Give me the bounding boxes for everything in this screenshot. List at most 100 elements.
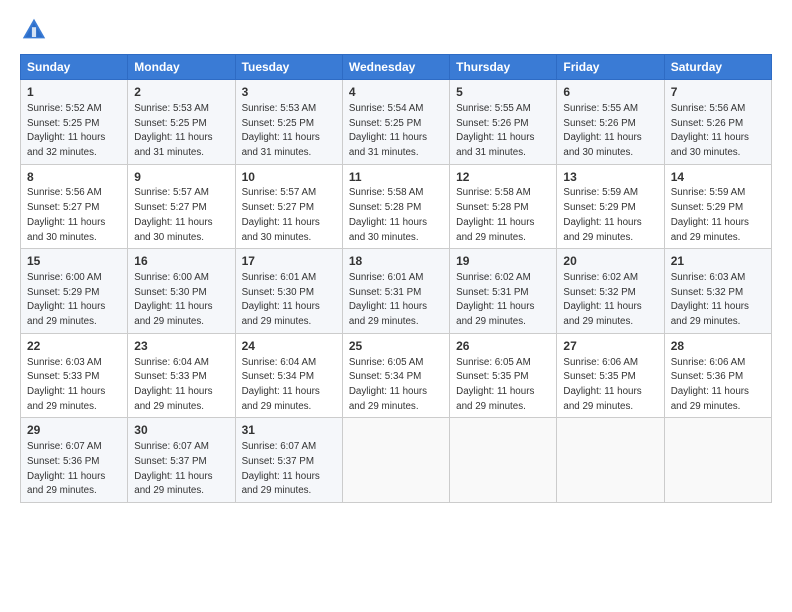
day-number: 12: [456, 169, 550, 186]
calendar-cell: 27 Sunrise: 6:06 AM Sunset: 5:35 PM Dayli…: [557, 333, 664, 418]
calendar-cell: [342, 418, 449, 503]
header-day: Saturday: [664, 55, 771, 80]
day-info: Sunrise: 6:03 AM Sunset: 5:33 PM Dayligh…: [27, 357, 105, 412]
day-number: 17: [242, 253, 336, 270]
header: [20, 16, 772, 44]
day-info: Sunrise: 6:00 AM Sunset: 5:29 PM Dayligh…: [27, 272, 105, 327]
day-info: Sunrise: 5:53 AM Sunset: 5:25 PM Dayligh…: [242, 103, 320, 158]
calendar-cell: 1 Sunrise: 5:52 AM Sunset: 5:25 PM Daylig…: [21, 80, 128, 165]
day-number: 25: [349, 338, 443, 355]
day-info: Sunrise: 5:57 AM Sunset: 5:27 PM Dayligh…: [242, 187, 320, 242]
calendar-cell: 29 Sunrise: 6:07 AM Sunset: 5:36 PM Dayli…: [21, 418, 128, 503]
header-day: Monday: [128, 55, 235, 80]
day-info: Sunrise: 6:04 AM Sunset: 5:33 PM Dayligh…: [134, 357, 212, 412]
day-number: 24: [242, 338, 336, 355]
day-number: 4: [349, 84, 443, 101]
calendar-cell: 13Sunrise: 5:59 AM Sunset: 5:29 PM Dayli…: [557, 164, 664, 249]
day-info: Sunrise: 5:55 AM Sunset: 5:26 PM Dayligh…: [563, 103, 641, 158]
calendar-cell: 12Sunrise: 5:58 AM Sunset: 5:28 PM Dayli…: [450, 164, 557, 249]
calendar-cell: 22 Sunrise: 6:03 AM Sunset: 5:33 PM Dayli…: [21, 333, 128, 418]
calendar-cell: 7 Sunrise: 5:56 AM Sunset: 5:26 PM Daylig…: [664, 80, 771, 165]
day-number: 3: [242, 84, 336, 101]
calendar-table: SundayMondayTuesdayWednesdayThursdayFrid…: [20, 54, 772, 503]
day-info: Sunrise: 6:05 AM Sunset: 5:35 PM Dayligh…: [456, 357, 534, 412]
day-info: Sunrise: 6:05 AM Sunset: 5:34 PM Dayligh…: [349, 357, 427, 412]
day-number: 27: [563, 338, 657, 355]
day-info: Sunrise: 5:54 AM Sunset: 5:25 PM Dayligh…: [349, 103, 427, 158]
calendar-cell: 9Sunrise: 5:57 AM Sunset: 5:27 PM Daylig…: [128, 164, 235, 249]
day-number: 10: [242, 169, 336, 186]
logo: [20, 16, 54, 44]
calendar-cell: 8Sunrise: 5:56 AM Sunset: 5:27 PM Daylig…: [21, 164, 128, 249]
calendar-cell: 24 Sunrise: 6:04 AM Sunset: 5:34 PM Dayli…: [235, 333, 342, 418]
calendar-cell: 10Sunrise: 5:57 AM Sunset: 5:27 PM Dayli…: [235, 164, 342, 249]
day-info: Sunrise: 6:07 AM Sunset: 5:37 PM Dayligh…: [242, 441, 320, 496]
day-number: 8: [27, 169, 121, 186]
day-info: Sunrise: 5:56 AM Sunset: 5:27 PM Dayligh…: [27, 187, 105, 242]
day-number: 18: [349, 253, 443, 270]
day-number: 19: [456, 253, 550, 270]
calendar-cell: 23Sunrise: 6:04 AM Sunset: 5:33 PM Dayli…: [128, 333, 235, 418]
calendar-cell: 28Sunrise: 6:06 AM Sunset: 5:36 PM Dayli…: [664, 333, 771, 418]
day-info: Sunrise: 5:52 AM Sunset: 5:25 PM Dayligh…: [27, 103, 105, 158]
calendar-row: 8Sunrise: 5:56 AM Sunset: 5:27 PM Daylig…: [21, 164, 772, 249]
calendar-cell: 21Sunrise: 6:03 AM Sunset: 5:32 PM Dayli…: [664, 249, 771, 334]
calendar-body: 1 Sunrise: 5:52 AM Sunset: 5:25 PM Daylig…: [21, 80, 772, 503]
day-info: Sunrise: 6:04 AM Sunset: 5:34 PM Dayligh…: [242, 357, 320, 412]
page: SundayMondayTuesdayWednesdayThursdayFrid…: [0, 0, 792, 612]
calendar-cell: 25 Sunrise: 6:05 AM Sunset: 5:34 PM Dayli…: [342, 333, 449, 418]
calendar-row: 15 Sunrise: 6:00 AM Sunset: 5:29 PM Dayli…: [21, 249, 772, 334]
calendar-row: 29 Sunrise: 6:07 AM Sunset: 5:36 PM Dayli…: [21, 418, 772, 503]
calendar-cell: 11Sunrise: 5:58 AM Sunset: 5:28 PM Dayli…: [342, 164, 449, 249]
day-number: 13: [563, 169, 657, 186]
day-number: 6: [563, 84, 657, 101]
day-number: 30: [134, 422, 228, 439]
day-info: Sunrise: 5:57 AM Sunset: 5:27 PM Dayligh…: [134, 187, 212, 242]
day-number: 1: [27, 84, 121, 101]
day-number: 22: [27, 338, 121, 355]
calendar-row: 22 Sunrise: 6:03 AM Sunset: 5:33 PM Dayli…: [21, 333, 772, 418]
calendar-cell: 5Sunrise: 5:55 AM Sunset: 5:26 PM Daylig…: [450, 80, 557, 165]
calendar-cell: 31 Sunrise: 6:07 AM Sunset: 5:37 PM Dayli…: [235, 418, 342, 503]
day-number: 31: [242, 422, 336, 439]
day-info: Sunrise: 6:01 AM Sunset: 5:31 PM Dayligh…: [349, 272, 427, 327]
calendar-cell: 17 Sunrise: 6:01 AM Sunset: 5:30 PM Dayli…: [235, 249, 342, 334]
day-info: Sunrise: 6:07 AM Sunset: 5:37 PM Dayligh…: [134, 441, 212, 496]
calendar-cell: [450, 418, 557, 503]
day-info: Sunrise: 6:00 AM Sunset: 5:30 PM Dayligh…: [134, 272, 212, 327]
calendar-cell: 6 Sunrise: 5:55 AM Sunset: 5:26 PM Daylig…: [557, 80, 664, 165]
calendar-cell: 3 Sunrise: 5:53 AM Sunset: 5:25 PM Daylig…: [235, 80, 342, 165]
header-day: Wednesday: [342, 55, 449, 80]
day-number: 29: [27, 422, 121, 439]
calendar-cell: [664, 418, 771, 503]
day-info: Sunrise: 5:58 AM Sunset: 5:28 PM Dayligh…: [456, 187, 534, 242]
day-info: Sunrise: 5:53 AM Sunset: 5:25 PM Dayligh…: [134, 103, 212, 158]
day-info: Sunrise: 6:06 AM Sunset: 5:35 PM Dayligh…: [563, 357, 641, 412]
day-number: 15: [27, 253, 121, 270]
calendar-cell: 20 Sunrise: 6:02 AM Sunset: 5:32 PM Dayli…: [557, 249, 664, 334]
day-info: Sunrise: 6:01 AM Sunset: 5:30 PM Dayligh…: [242, 272, 320, 327]
day-number: 16: [134, 253, 228, 270]
day-number: 20: [563, 253, 657, 270]
day-info: Sunrise: 5:55 AM Sunset: 5:26 PM Dayligh…: [456, 103, 534, 158]
day-info: Sunrise: 6:06 AM Sunset: 5:36 PM Dayligh…: [671, 357, 749, 412]
logo-icon: [20, 16, 48, 44]
day-info: Sunrise: 6:02 AM Sunset: 5:32 PM Dayligh…: [563, 272, 641, 327]
day-number: 2: [134, 84, 228, 101]
day-info: Sunrise: 5:58 AM Sunset: 5:28 PM Dayligh…: [349, 187, 427, 242]
calendar-cell: 19Sunrise: 6:02 AM Sunset: 5:31 PM Dayli…: [450, 249, 557, 334]
day-info: Sunrise: 5:56 AM Sunset: 5:26 PM Dayligh…: [671, 103, 749, 158]
day-number: 26: [456, 338, 550, 355]
header-day: Friday: [557, 55, 664, 80]
calendar-cell: 18 Sunrise: 6:01 AM Sunset: 5:31 PM Dayli…: [342, 249, 449, 334]
day-number: 21: [671, 253, 765, 270]
day-number: 11: [349, 169, 443, 186]
calendar-cell: [557, 418, 664, 503]
calendar-cell: 16 Sunrise: 6:00 AM Sunset: 5:30 PM Dayli…: [128, 249, 235, 334]
day-info: Sunrise: 5:59 AM Sunset: 5:29 PM Dayligh…: [563, 187, 641, 242]
calendar-cell: 15 Sunrise: 6:00 AM Sunset: 5:29 PM Dayli…: [21, 249, 128, 334]
calendar-cell: 4 Sunrise: 5:54 AM Sunset: 5:25 PM Daylig…: [342, 80, 449, 165]
calendar-header: SundayMondayTuesdayWednesdayThursdayFrid…: [21, 55, 772, 80]
day-number: 7: [671, 84, 765, 101]
day-info: Sunrise: 6:07 AM Sunset: 5:36 PM Dayligh…: [27, 441, 105, 496]
